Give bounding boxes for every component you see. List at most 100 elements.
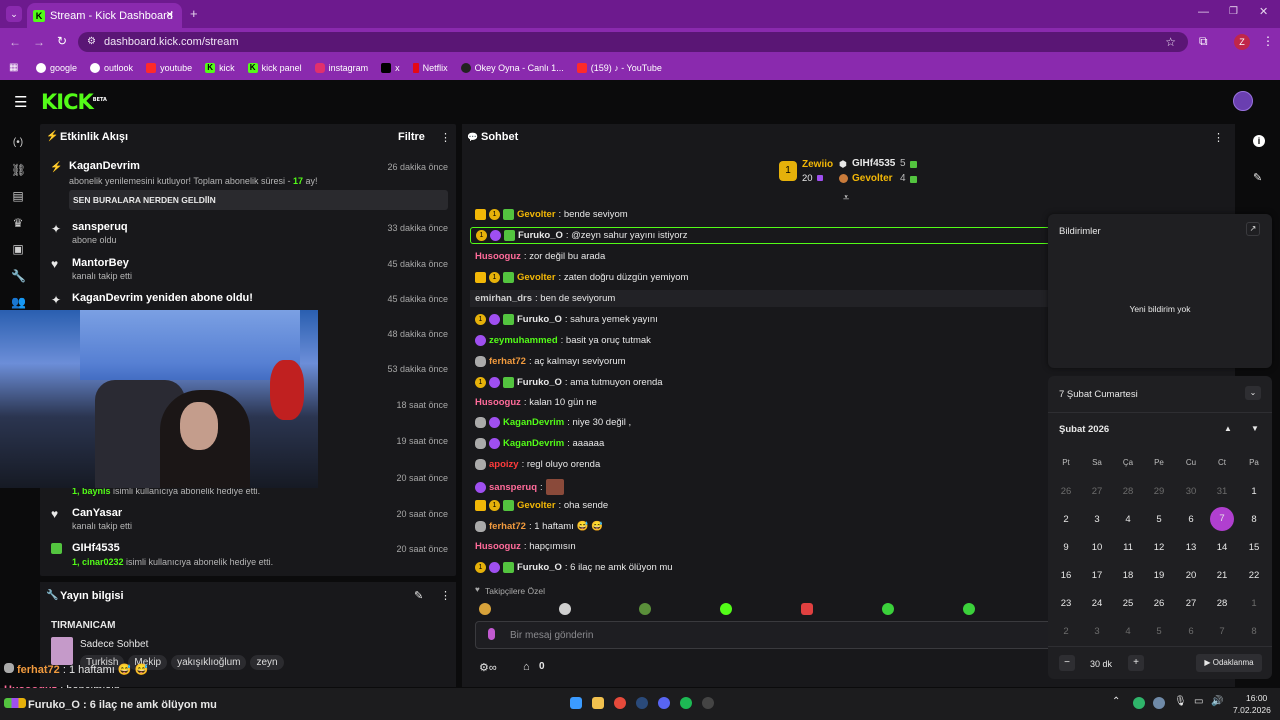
chat-username[interactable]: KaganDevrim bbox=[503, 438, 564, 449]
chat-username[interactable]: Furuko_O bbox=[518, 230, 563, 241]
next-month-icon[interactable]: ▼ bbox=[1251, 424, 1259, 433]
collapse-calendar-icon[interactable]: ⌄ bbox=[1245, 386, 1261, 400]
calendar-day[interactable]: 8 bbox=[1242, 514, 1266, 525]
emote-icon[interactable] bbox=[963, 603, 975, 615]
calendar-day[interactable]: 31 bbox=[1210, 486, 1234, 497]
increase-focus-button[interactable]: + bbox=[1128, 655, 1144, 671]
calendar-day[interactable]: 23 bbox=[1054, 598, 1078, 609]
chat-username[interactable]: sansperuq bbox=[489, 482, 537, 493]
chat-username[interactable]: Furuko_O bbox=[517, 562, 562, 573]
calendar-day[interactable]: 13 bbox=[1179, 542, 1203, 553]
site-info-icon[interactable]: ⚙ bbox=[87, 32, 96, 52]
extensions-icon[interactable]: ⧉ bbox=[1199, 34, 1208, 49]
collapse-leaderboard-icon[interactable]: ⩡ bbox=[843, 192, 849, 205]
bookmark-youtube[interactable]: youtube bbox=[146, 63, 192, 73]
chat-username[interactable]: Gevolter bbox=[517, 209, 556, 220]
event-feed-menu-icon[interactable]: ⋮ bbox=[440, 131, 451, 144]
notification-settings-icon[interactable]: ↗ bbox=[1246, 222, 1260, 236]
calendar-day[interactable]: 28 bbox=[1116, 486, 1140, 497]
calendar-day[interactable]: 19 bbox=[1147, 570, 1171, 581]
clock-time[interactable]: 16:00 bbox=[1246, 693, 1267, 703]
browser-menu-icon[interactable]: ⋮ bbox=[1262, 34, 1274, 48]
calendar-day[interactable]: 27 bbox=[1179, 598, 1203, 609]
browser-tab[interactable]: K Stream - Kick Dashboard ✕ bbox=[27, 3, 182, 28]
bookmark-okey[interactable]: Okey Oyna - Canlı 1... bbox=[460, 63, 564, 73]
chat-username[interactable]: apoizy bbox=[489, 459, 519, 470]
reload-icon[interactable]: ↻ bbox=[57, 34, 67, 48]
tray-app-icon[interactable] bbox=[1133, 697, 1145, 709]
mic-icon[interactable] bbox=[488, 628, 495, 640]
calendar-day[interactable]: 4 bbox=[1116, 514, 1140, 525]
media-icon[interactable]: ▣ bbox=[11, 242, 25, 256]
hamburger-menu-icon[interactable]: ☰ bbox=[14, 93, 27, 111]
emote-icon[interactable] bbox=[801, 603, 813, 615]
info-icon[interactable]: i bbox=[1253, 135, 1265, 147]
calendar-day[interactable]: 20 bbox=[1179, 570, 1203, 581]
calendar-day[interactable]: 3 bbox=[1085, 514, 1109, 525]
filter-button[interactable]: Filtre bbox=[398, 131, 425, 143]
obs-icon[interactable] bbox=[702, 697, 714, 709]
apps-grid-icon[interactable]: ▦ bbox=[9, 62, 18, 73]
bookmark-kick-panel[interactable]: Kkick panel bbox=[247, 63, 302, 73]
trophy-icon[interactable]: ♛ bbox=[11, 216, 25, 230]
chrome-icon[interactable] bbox=[614, 697, 626, 709]
calendar-day[interactable]: 5 bbox=[1147, 514, 1171, 525]
emote-icon[interactable] bbox=[479, 603, 491, 615]
chat-username[interactable]: Husooguz bbox=[475, 397, 521, 408]
calendar-day[interactable]: 28 bbox=[1210, 598, 1234, 609]
discord-icon[interactable] bbox=[658, 697, 670, 709]
spotify-icon[interactable] bbox=[680, 697, 692, 709]
chat-username[interactable]: Furuko_O bbox=[517, 377, 562, 388]
focus-button[interactable]: ▶ Odaklanma bbox=[1196, 654, 1262, 672]
new-tab-icon[interactable]: + bbox=[190, 6, 198, 21]
chat-username[interactable]: zeymuhammed bbox=[489, 335, 558, 346]
bookmark-netflix[interactable]: Netflix bbox=[412, 63, 448, 73]
prev-month-icon[interactable]: ▲ bbox=[1224, 424, 1232, 433]
forward-icon[interactable]: → bbox=[33, 35, 45, 49]
bookmark-kick[interactable]: Kkick bbox=[205, 63, 235, 73]
live-stream-icon[interactable]: (•) bbox=[11, 136, 25, 150]
calendar-day[interactable]: 4 bbox=[1116, 626, 1140, 637]
microphone-icon[interactable]: 🎙 bbox=[1174, 696, 1187, 707]
bookmark-instagram[interactable]: instagram bbox=[314, 63, 368, 73]
calendar-day[interactable]: 1 bbox=[1242, 486, 1266, 497]
calendar-day[interactable]: 26 bbox=[1054, 486, 1078, 497]
chat-username[interactable]: ferhat72 bbox=[489, 356, 526, 367]
analytics-icon[interactable]: ▤ bbox=[11, 189, 25, 203]
calendar-day[interactable]: 30 bbox=[1179, 486, 1203, 497]
chat-username[interactable]: ferhat72 bbox=[489, 521, 526, 532]
volume-icon[interactable]: 🔊 bbox=[1211, 696, 1223, 707]
emote-icon[interactable] bbox=[559, 603, 571, 615]
chat-username[interactable]: Husooguz bbox=[475, 541, 521, 552]
calendar-day[interactable]: 29 bbox=[1147, 486, 1171, 497]
calendar-day[interactable]: 27 bbox=[1085, 486, 1109, 497]
chat-username[interactable]: Husooguz bbox=[475, 251, 521, 262]
chat-username[interactable]: Gevolter bbox=[517, 272, 556, 283]
calendar-day[interactable]: 8 bbox=[1242, 626, 1266, 637]
emote-icon[interactable] bbox=[720, 603, 732, 615]
close-window-icon[interactable]: ✕ bbox=[1259, 5, 1268, 18]
chat-username[interactable]: emirhan_drs bbox=[475, 293, 532, 304]
decrease-focus-button[interactable]: − bbox=[1059, 655, 1075, 671]
emote-icon[interactable] bbox=[639, 603, 651, 615]
calendar-day[interactable]: 3 bbox=[1085, 626, 1109, 637]
chat-username[interactable]: KaganDevrim bbox=[503, 417, 564, 428]
bookmark-x[interactable]: x bbox=[381, 63, 400, 73]
calendar-day[interactable]: 1 bbox=[1242, 598, 1266, 609]
edit-icon[interactable]: ✎ bbox=[414, 589, 423, 602]
file-explorer-icon[interactable] bbox=[592, 697, 604, 709]
calendar-day[interactable]: 26 bbox=[1147, 598, 1171, 609]
steam-icon[interactable] bbox=[636, 697, 648, 709]
calendar-day[interactable]: 25 bbox=[1116, 598, 1140, 609]
calendar-day[interactable]: 10 bbox=[1085, 542, 1109, 553]
chat-username[interactable]: Gevolter bbox=[517, 500, 556, 511]
bookmark-google[interactable]: google bbox=[36, 63, 77, 73]
calendar-day[interactable]: 7 bbox=[1210, 626, 1234, 637]
calendar-day[interactable]: 2 bbox=[1054, 626, 1078, 637]
calendar-day[interactable]: 6 bbox=[1179, 626, 1203, 637]
chat-menu-icon[interactable]: ⋮ bbox=[1213, 131, 1224, 144]
back-icon[interactable]: ← bbox=[9, 35, 21, 49]
url-input[interactable]: ⚙ dashboard.kick.com/stream ☆ bbox=[78, 32, 1188, 52]
users-icon[interactable]: 👥 bbox=[11, 295, 26, 309]
bookmark-outlook[interactable]: outlook bbox=[90, 63, 133, 73]
